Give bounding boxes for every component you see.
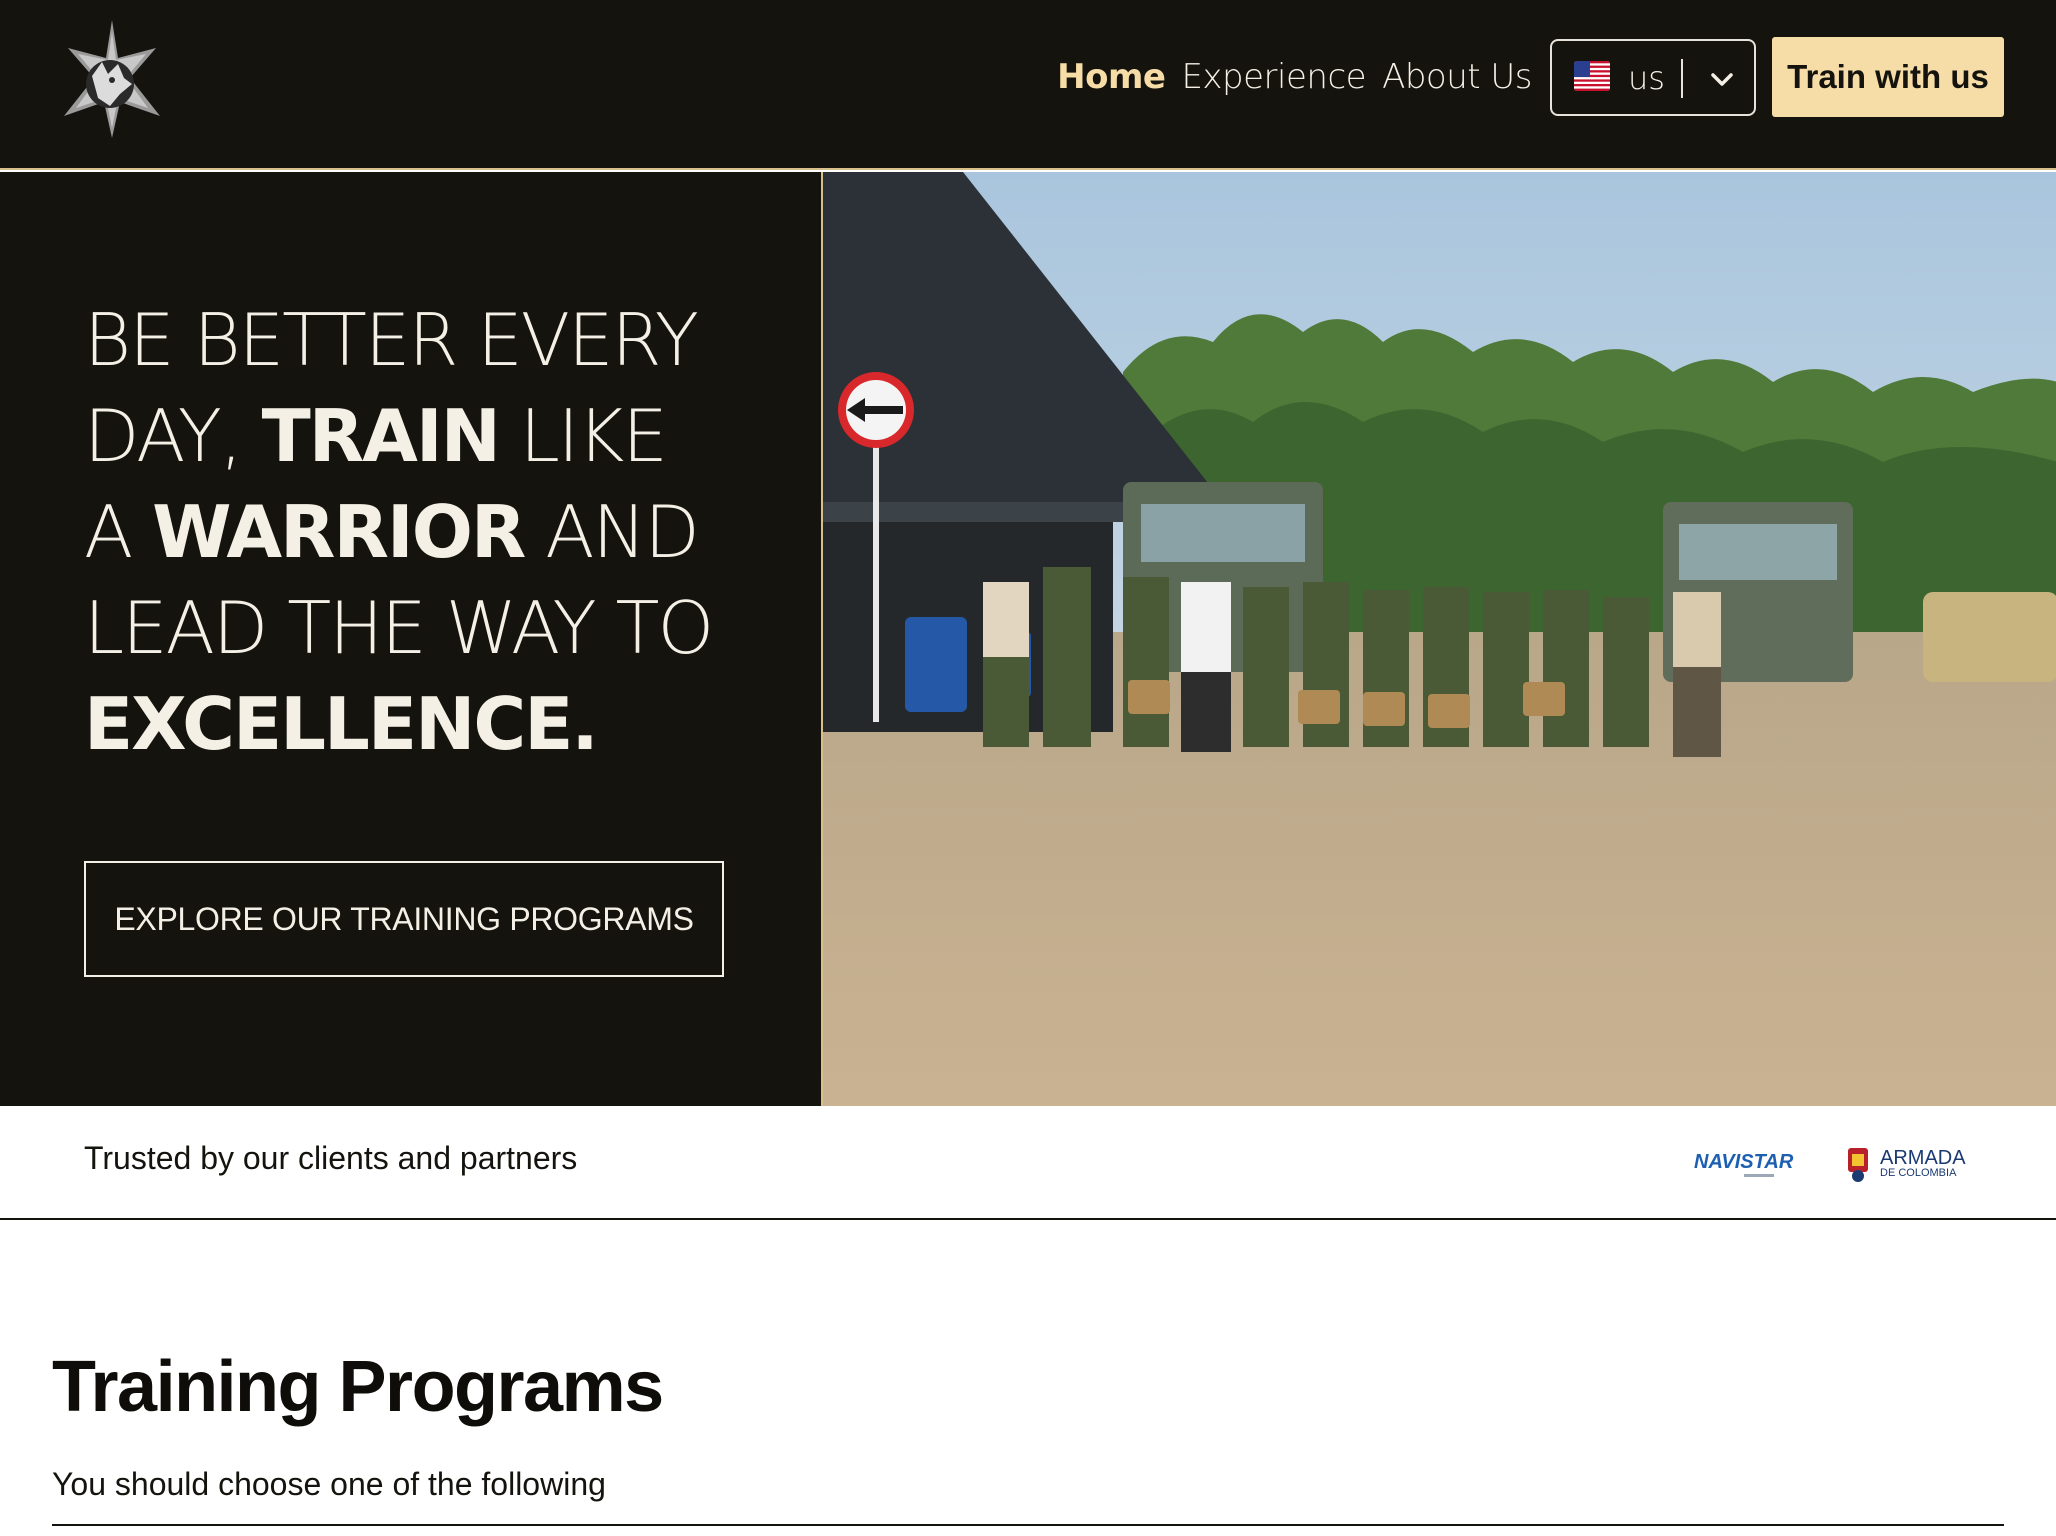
explore-programs-button[interactable]: EXPLORE OUR TRAINING PROGRAMS xyxy=(84,861,724,977)
section-subtitle: You should choose one of the following xyxy=(52,1466,606,1502)
train-with-us-button[interactable]: Train with us xyxy=(1772,37,2004,117)
hero-photo xyxy=(821,172,2056,1106)
armada-logo-subtext: DE COLOMBIA xyxy=(1880,1167,1957,1179)
nav-home[interactable]: Home xyxy=(1057,37,1166,117)
nav-experience[interactable]: Experience xyxy=(1181,37,1366,117)
us-flag-icon xyxy=(1574,60,1610,91)
hero-title-train: TRAIN xyxy=(261,394,501,478)
language-divider xyxy=(1681,58,1683,98)
armada-colombia-logo: ARMADA DE COLOMBIA xyxy=(1844,1142,1974,1186)
navistar-logo-text: NAVISTAR xyxy=(1694,1151,1794,1173)
hero-title-excellence: EXCELLENCE. xyxy=(84,682,599,766)
hero-title-warrior: WARRIOR xyxy=(152,490,526,574)
section-divider xyxy=(52,1524,2004,1526)
wolf-star-logo-icon[interactable] xyxy=(52,18,172,140)
hero-panel: BE BETTER EVERY DAY, TRAIN LIKE A WARRIO… xyxy=(0,172,821,1106)
armada-logo-text: ARMADA xyxy=(1880,1147,1966,1169)
trusted-partners-bar: Trusted by our clients and partners NAVI… xyxy=(0,1106,2056,1220)
hero-title: BE BETTER EVERY DAY, TRAIN LIKE A WARRIO… xyxy=(84,292,724,772)
language-select[interactable]: us xyxy=(1550,38,1756,116)
language-code: us xyxy=(1628,58,1665,97)
main-nav: Home Experience About Us us Train with u… xyxy=(1057,37,2004,117)
chevron-down-icon[interactable] xyxy=(1708,65,1736,93)
section-title: Training Programs xyxy=(52,1347,664,1427)
site-header: Home Experience About Us us Train with u… xyxy=(0,0,2056,170)
trusted-text: Trusted by our clients and partners xyxy=(84,1140,578,1176)
navistar-logo: NAVISTAR xyxy=(1694,1146,1812,1182)
nav-about-us[interactable]: About Us xyxy=(1382,37,1532,117)
